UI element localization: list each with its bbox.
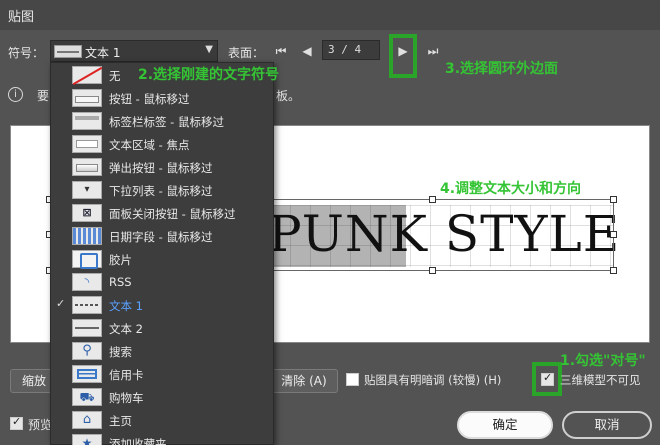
none-icon [72,66,102,84]
menu-item-label: RSS [109,275,132,289]
menu-item-film[interactable]: 胶片 [51,248,273,271]
symbol-label: 符号： [8,46,45,60]
preview-checkbox[interactable] [10,415,23,430]
menu-item-label: 下拉列表 - 鼠标移过 [109,184,213,198]
menu-item-label: 搜索 [109,345,132,359]
rss-icon: ◝ [72,273,102,291]
menu-item-label: 无 [109,69,121,83]
home-icon: ⌂ [72,411,102,429]
cancel-button[interactable]: 取消 [562,411,652,439]
info-text-left: 要 [37,89,50,103]
prev-page-icon[interactable]: ◀ [298,41,316,61]
checkmark-icon: ✓ [56,297,66,310]
shade-label: 贴图具有明暗调 (较慢) (H) [364,373,502,387]
menu-item-popup-button[interactable]: 弹出按钮 - 鼠标移过 [51,156,273,179]
resize-handle[interactable] [610,267,617,274]
text2-icon [72,319,102,337]
invisible-label: 三维模型不可见 [560,373,641,387]
resize-handle[interactable] [429,267,436,274]
surface-label: 表面： [228,46,265,60]
menu-item-label: 胶片 [109,253,132,267]
popup-button-icon [72,158,102,176]
menu-item-text2[interactable]: 文本 2 [51,317,273,340]
tab-icon [72,112,102,130]
symbol-selected-value: 文本 1 [85,46,121,60]
menu-item-label: 面板关闭按钮 - 鼠标移过 [109,207,236,221]
menu-item-label: 信用卡 [109,368,144,382]
panel-close-icon: ⊠ [72,204,102,222]
clear-button[interactable]: 清除 (A) [270,369,338,393]
menu-item-credit-card[interactable]: 信用卡 [51,363,273,386]
page-field[interactable]: 3 / 4 [322,40,380,60]
ok-button[interactable]: 确定 [457,411,553,439]
text-area-icon [72,135,102,153]
shade-checkbox[interactable] [346,373,359,386]
date-field-icon [72,227,102,245]
preview-label: 预览 [28,418,53,432]
annotation-step3: 3.选择圆环外边面 [445,61,559,77]
menu-item-label: 弹出按钮 - 鼠标移过 [109,161,213,175]
resize-handle[interactable] [610,231,617,238]
window-title: 贴图 [8,10,35,25]
resize-handle[interactable] [610,196,617,203]
annotation-step2: 2.选择刚建的文字符号 [138,67,280,83]
menu-item-label: 按钮 - 鼠标移过 [109,92,190,106]
credit-card-icon [72,365,102,383]
menu-item-cart[interactable]: ⛟ 购物车 [51,386,273,409]
first-page-icon[interactable]: ⏮ [272,41,290,61]
cart-icon: ⛟ [72,388,102,406]
info-text-right: 板。 [276,89,301,103]
menu-item-favorite[interactable]: ★ 添加收藏夹 [51,432,273,445]
menu-item-panel-close[interactable]: ⊠ 面板关闭按钮 - 鼠标移过 [51,202,273,225]
menu-item-label: 文本 2 [109,322,143,336]
chevron-down-icon: ▼ [205,44,213,55]
menu-item-label: 日期字段 - 鼠标移过 [109,230,213,244]
menu-item-label: 文本 1 [109,299,143,313]
info-icon: i [8,87,23,102]
dropdown-icon: ▾ [72,181,102,199]
annotation-step1: 1.勾选"对号" [560,353,646,369]
film-icon [72,250,102,269]
menu-item-label: 购物车 [109,391,144,405]
menu-item-date-field[interactable]: 日期字段 - 鼠标移过 [51,225,273,248]
menu-item-label: 文本区域 - 焦点 [109,138,190,152]
favorite-icon: ★ [72,434,102,445]
symbol-dropdown-menu[interactable]: 无 按钮 - 鼠标移过 标签栏标签 - 鼠标移过 文本区域 - 焦点 弹出按钮 … [50,62,274,445]
menu-item-text-area[interactable]: 文本区域 - 焦点 [51,133,273,156]
menu-item-text1[interactable]: ✓ 文本 1 [51,294,273,317]
text1-icon [72,296,102,314]
invisible-checkbox[interactable] [541,371,554,386]
button-icon [72,89,102,107]
symbol-select[interactable]: 文本 1 ▼ [50,40,218,62]
selection-box[interactable] [252,199,614,271]
menu-item-search[interactable]: ⚲ 搜索 [51,340,273,363]
menu-item-rss[interactable]: ◝ RSS [51,271,273,294]
next-page-icon[interactable]: ▶ [394,41,412,61]
menu-item-button[interactable]: 按钮 - 鼠标移过 [51,87,273,110]
menu-item-dropdown[interactable]: ▾ 下拉列表 - 鼠标移过 [51,179,273,202]
symbol-thumbnail [54,45,82,58]
menu-item-label: 标签栏标签 - 鼠标移过 [109,115,224,129]
menu-item-label: 主页 [109,414,132,428]
search-icon: ⚲ [72,342,102,360]
menu-item-home[interactable]: ⌂ 主页 [51,409,273,432]
menu-item-label: 添加收藏夹 [109,437,167,445]
menu-item-tab[interactable]: 标签栏标签 - 鼠标移过 [51,110,273,133]
title-bar: 贴图 [0,0,660,30]
last-page-icon[interactable]: ⏭ [424,41,442,61]
annotation-step4: 4.调整文本大小和方向 [440,181,582,197]
resize-handle[interactable] [429,196,436,203]
